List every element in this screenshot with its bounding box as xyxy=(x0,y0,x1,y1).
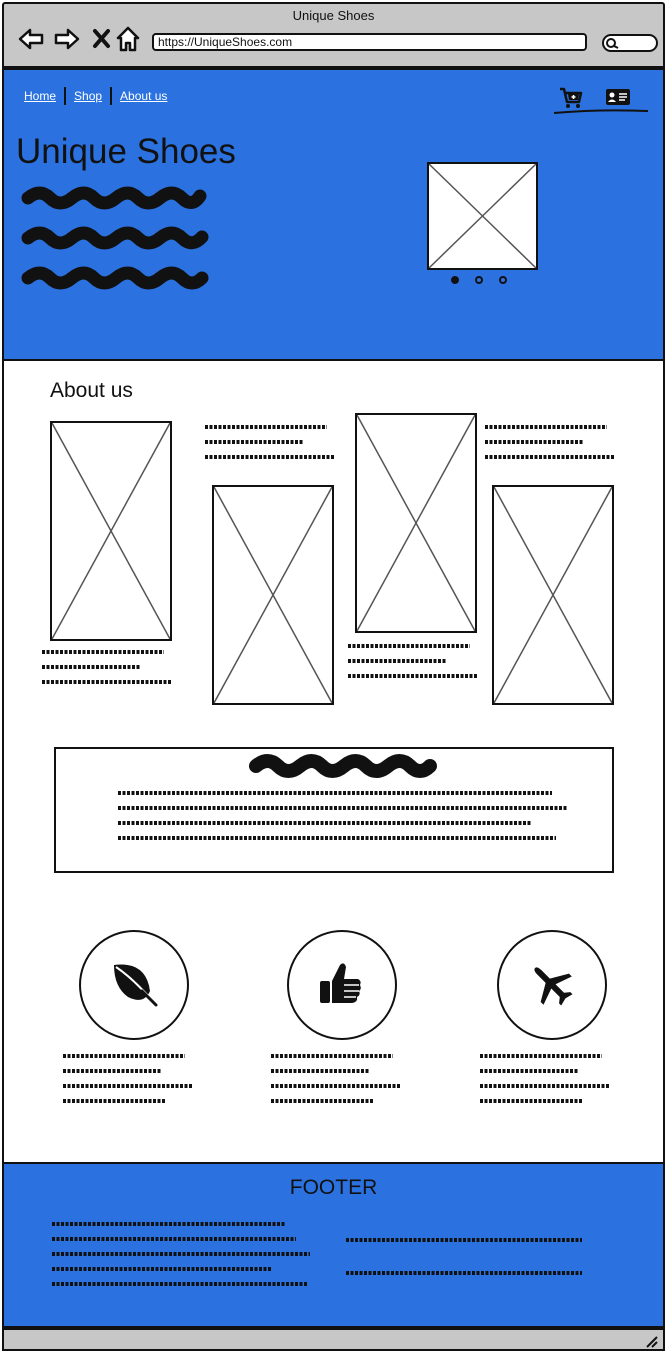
forward-arrow-icon[interactable] xyxy=(52,24,82,54)
about-image-1 xyxy=(50,421,172,641)
address-bar[interactable]: https://UniqueShoes.com xyxy=(152,33,587,51)
header-icon-group xyxy=(552,86,650,114)
icon-underline xyxy=(553,109,649,114)
feature-airplane xyxy=(497,930,607,1040)
feature-caption-1 xyxy=(63,1054,193,1103)
banner-scribble-text xyxy=(118,791,568,840)
about-image-3 xyxy=(355,413,477,633)
about-caption-3 xyxy=(348,644,478,678)
menu-divider xyxy=(64,87,67,105)
feature-caption-3 xyxy=(480,1054,610,1103)
menu-divider xyxy=(110,87,113,105)
hero-section: Home Shop About us Unique Shoes xyxy=(4,68,663,361)
window-title: Unique Shoes xyxy=(292,8,375,23)
about-image-4 xyxy=(492,485,614,705)
about-image-2 xyxy=(212,485,334,705)
thumbs-up-icon xyxy=(320,963,361,1003)
carousel-dots xyxy=(451,276,507,284)
airplane-icon xyxy=(534,967,573,1006)
browser-status-bar xyxy=(2,1328,665,1351)
webpage: Home Shop About us Unique Shoes About us… xyxy=(2,68,665,1328)
browser-toolbar: Unique Shoes https://UniqueShoes.com xyxy=(2,2,665,68)
search-icon xyxy=(606,38,619,49)
feature-thumbs-up xyxy=(287,930,397,1040)
leaf-icon xyxy=(114,964,158,1007)
about-us-heading: About us xyxy=(50,379,133,402)
browser-window: Unique Shoes https://UniqueShoes.com Hom… xyxy=(0,0,667,1353)
hero-scribble-text xyxy=(21,186,209,290)
info-banner xyxy=(54,747,614,873)
hero-image-placeholder xyxy=(427,162,538,270)
back-arrow-icon[interactable] xyxy=(16,24,46,54)
about-caption-4 xyxy=(485,425,615,459)
top-menu: Home Shop About us xyxy=(24,87,167,105)
footer-scribble-text xyxy=(52,1222,582,1286)
about-caption-1 xyxy=(42,650,172,684)
page-title: Unique Shoes xyxy=(16,132,236,171)
footer-section: FOOTER xyxy=(4,1162,663,1328)
nav-link-shop[interactable]: Shop xyxy=(74,89,102,103)
nav-link-home[interactable]: Home xyxy=(24,89,56,103)
home-icon[interactable] xyxy=(114,24,144,54)
footer-title: FOOTER xyxy=(289,1176,378,1199)
nav-link-about-us[interactable]: About us xyxy=(120,89,167,103)
cart-icon[interactable] xyxy=(560,87,583,108)
carousel-dot-2[interactable] xyxy=(475,276,483,284)
account-card-icon[interactable] xyxy=(606,89,630,105)
carousel-dot-3[interactable] xyxy=(499,276,507,284)
feature-leaf xyxy=(79,930,189,1040)
about-caption-2 xyxy=(205,425,335,459)
resize-grip-icon[interactable] xyxy=(641,1331,661,1349)
banner-scribble-heading xyxy=(249,754,437,778)
carousel-dot-1[interactable] xyxy=(451,276,459,284)
search-field[interactable] xyxy=(602,34,658,52)
feature-caption-2 xyxy=(271,1054,401,1103)
